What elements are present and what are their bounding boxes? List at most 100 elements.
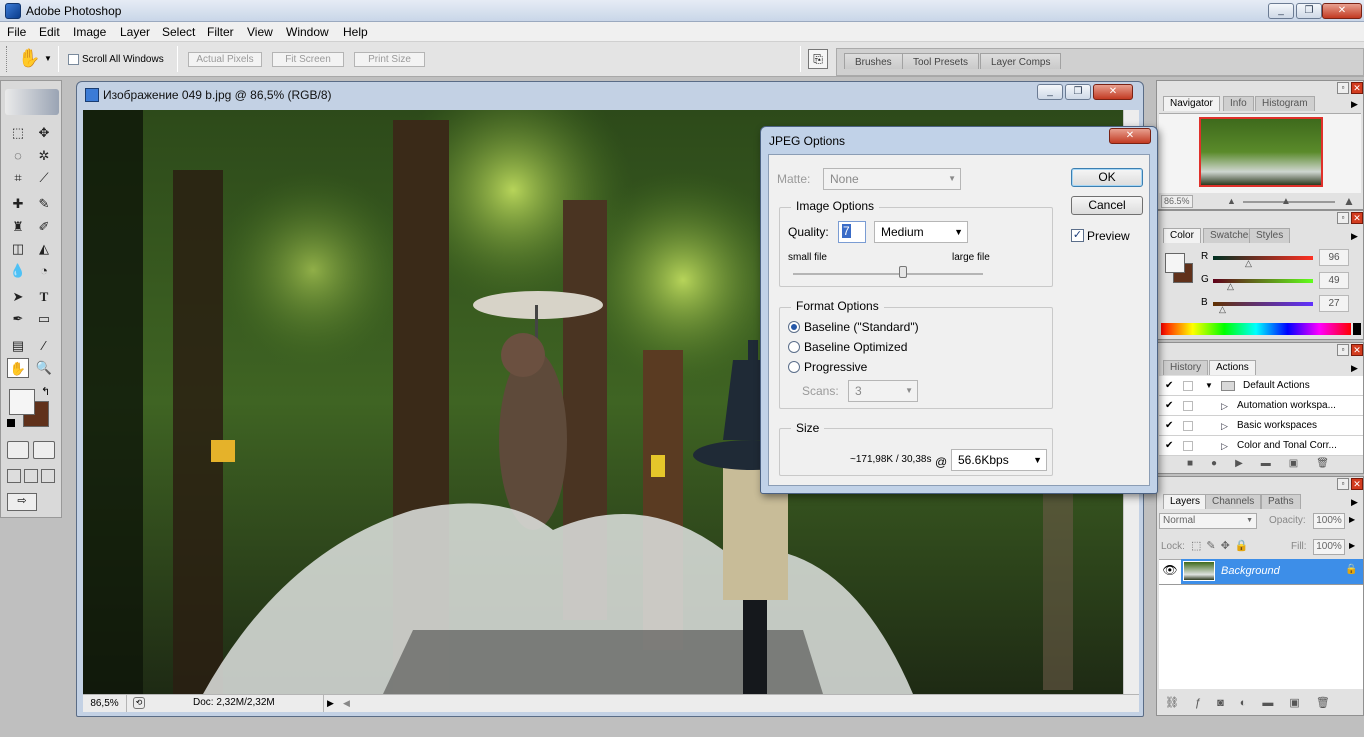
collapsed-arrow-icon[interactable]: ▷ bbox=[1221, 396, 1228, 416]
doc-minimize-button[interactable]: _ bbox=[1037, 84, 1063, 100]
tab-channels[interactable]: Channels bbox=[1205, 494, 1262, 509]
tab-info[interactable]: Info bbox=[1223, 96, 1254, 111]
baseline-standard-label[interactable]: Baseline ("Standard") bbox=[804, 320, 919, 334]
quality-input[interactable]: 7 bbox=[838, 221, 866, 243]
panel-close-icon[interactable]: ✕ bbox=[1351, 478, 1363, 490]
menu-help[interactable]: Help bbox=[343, 25, 368, 39]
red-slider[interactable] bbox=[1213, 256, 1313, 260]
menu-edit[interactable]: Edit bbox=[39, 25, 60, 39]
tab-history[interactable]: History bbox=[1163, 360, 1209, 375]
eraser-tool-icon[interactable]: ◫ bbox=[7, 239, 29, 259]
scans-select[interactable]: 3 ▼ bbox=[848, 380, 918, 402]
panel-menu-icon[interactable]: ▶ bbox=[1351, 363, 1358, 374]
quality-preset-select[interactable]: Medium ▼ bbox=[874, 221, 968, 243]
lasso-tool-icon[interactable]: ◌ bbox=[7, 146, 29, 166]
crop-tool-icon[interactable]: ⌗ bbox=[7, 168, 29, 188]
status-menu-arrow-icon[interactable]: ▶ bbox=[323, 695, 337, 712]
collapsed-arrow-icon[interactable]: ▷ bbox=[1221, 436, 1228, 456]
history-brush-icon[interactable]: ✐ bbox=[33, 217, 55, 237]
navigator-zoom-field[interactable]: 86.5% bbox=[1161, 195, 1193, 208]
zoom-slider-thumb-icon[interactable]: ▲ bbox=[1281, 196, 1291, 207]
magic-wand-icon[interactable]: ✲ bbox=[33, 146, 55, 166]
dialog-toggle-icon[interactable] bbox=[1183, 421, 1193, 431]
menu-select[interactable]: Select bbox=[162, 25, 195, 39]
cancel-button[interactable]: Cancel bbox=[1071, 196, 1143, 215]
menu-file[interactable]: File bbox=[7, 25, 26, 39]
navigator-thumbnail[interactable] bbox=[1199, 117, 1323, 187]
feather-logo-icon[interactable] bbox=[5, 89, 59, 115]
adjustment-icon[interactable]: ◐ bbox=[1240, 697, 1263, 709]
dialog-toggle-icon[interactable] bbox=[1183, 441, 1193, 451]
radio-baseline-optimized[interactable] bbox=[788, 341, 800, 353]
slice-tool-icon[interactable]: ⟋ bbox=[33, 168, 55, 188]
minimize-button[interactable]: _ bbox=[1268, 3, 1294, 19]
radio-progressive[interactable] bbox=[788, 361, 800, 373]
new-action-icon[interactable]: ▣ bbox=[1289, 458, 1316, 469]
doc-close-button[interactable]: ✕ bbox=[1093, 84, 1133, 100]
menu-layer[interactable]: Layer bbox=[120, 25, 150, 39]
panel-minimize-icon[interactable]: ▫ bbox=[1337, 344, 1349, 356]
blue-slider-thumb-icon[interactable]: △ bbox=[1219, 304, 1226, 315]
green-slider-thumb-icon[interactable]: △ bbox=[1227, 281, 1234, 292]
panel-minimize-icon[interactable]: ▫ bbox=[1337, 82, 1349, 94]
fill-field[interactable]: 100% bbox=[1313, 539, 1345, 555]
tool-preset-arrow-icon[interactable]: ▼ bbox=[44, 54, 52, 63]
shape-tool-icon[interactable]: ▭ bbox=[33, 309, 55, 329]
bridge-icon[interactable]: ⎘ bbox=[808, 49, 828, 69]
zoom-tool-icon[interactable]: 🔍 bbox=[33, 358, 55, 378]
preview-label[interactable]: Preview bbox=[1087, 229, 1130, 243]
jump-to-imageready-icon[interactable]: ⇨ bbox=[7, 493, 37, 511]
preview-checkbox[interactable]: ✓ bbox=[1071, 229, 1084, 242]
check-icon[interactable]: ✔ bbox=[1165, 416, 1173, 436]
screen-mode-menu-icon[interactable] bbox=[24, 469, 38, 483]
baseline-optimized-label[interactable]: Baseline Optimized bbox=[804, 340, 907, 354]
opacity-arrow-icon[interactable]: ▶ bbox=[1349, 515, 1355, 524]
opacity-field[interactable]: 100% bbox=[1313, 513, 1345, 529]
hand-tool-icon[interactable]: ✋ bbox=[18, 48, 40, 69]
new-set-icon[interactable]: ▬ bbox=[1261, 458, 1289, 469]
panel-close-icon[interactable]: ✕ bbox=[1351, 212, 1363, 224]
quick-mask-icon[interactable] bbox=[33, 441, 55, 459]
progressive-label[interactable]: Progressive bbox=[804, 360, 867, 374]
well-tab-tool-presets[interactable]: Tool Presets bbox=[902, 53, 980, 69]
list-item[interactable]: ✔ ▼ Default Actions bbox=[1159, 376, 1363, 396]
imageready-status-icon[interactable]: ⟲ bbox=[133, 697, 145, 709]
panel-minimize-icon[interactable]: ▫ bbox=[1337, 212, 1349, 224]
brush-tool-icon[interactable]: ✎ bbox=[33, 194, 55, 214]
actual-pixels-button[interactable]: Actual Pixels bbox=[188, 52, 262, 67]
healing-brush-icon[interactable]: ✚ bbox=[7, 194, 29, 214]
screen-mode-full-icon[interactable] bbox=[41, 469, 55, 483]
color-ramp-black[interactable] bbox=[1353, 323, 1361, 335]
blend-mode-select[interactable]: Normal ▼ bbox=[1159, 513, 1257, 529]
expand-arrow-icon[interactable]: ▼ bbox=[1205, 376, 1213, 396]
tab-histogram[interactable]: Histogram bbox=[1255, 96, 1315, 111]
paint-bucket-icon[interactable]: ◭ bbox=[33, 239, 55, 259]
fx-icon[interactable]: ƒ bbox=[1195, 697, 1217, 709]
blue-value[interactable]: 27 bbox=[1319, 295, 1349, 312]
stop-icon[interactable]: ■ bbox=[1187, 458, 1211, 469]
red-slider-thumb-icon[interactable]: △ bbox=[1245, 258, 1252, 269]
collapsed-arrow-icon[interactable]: ▷ bbox=[1221, 416, 1228, 436]
standard-mode-icon[interactable] bbox=[7, 441, 29, 459]
menu-image[interactable]: Image bbox=[73, 25, 106, 39]
well-tab-layer-comps[interactable]: Layer Comps bbox=[980, 53, 1062, 69]
panel-menu-icon[interactable]: ▶ bbox=[1351, 99, 1358, 110]
well-tab-brushes[interactable]: Brushes bbox=[844, 53, 903, 69]
play-icon[interactable]: ▶ bbox=[1235, 458, 1261, 469]
list-item[interactable]: ✔ ▷ Basic workspaces bbox=[1159, 416, 1363, 436]
dialog-toggle-icon[interactable] bbox=[1183, 401, 1193, 411]
list-item[interactable]: ✔ ▷ Automation workspa... bbox=[1159, 396, 1363, 416]
dialog-toggle-icon[interactable] bbox=[1183, 381, 1193, 391]
restore-button[interactable]: ❐ bbox=[1296, 3, 1322, 19]
tab-paths[interactable]: Paths bbox=[1261, 494, 1301, 509]
color-fg-swatch[interactable] bbox=[1165, 253, 1185, 273]
panel-menu-icon[interactable]: ▶ bbox=[1351, 231, 1358, 242]
scroll-all-checkbox[interactable] bbox=[68, 54, 79, 65]
default-colors-icon[interactable] bbox=[7, 419, 15, 427]
tab-styles[interactable]: Styles bbox=[1249, 228, 1291, 243]
tab-layers[interactable]: Layers bbox=[1163, 494, 1208, 509]
scroll-left-arrow-icon[interactable]: ◀ bbox=[343, 698, 350, 709]
tab-color[interactable]: Color bbox=[1163, 228, 1201, 243]
zoom-in-icon[interactable]: ▲ bbox=[1343, 194, 1355, 208]
hand-tool-icon[interactable]: ✋ bbox=[7, 358, 29, 378]
